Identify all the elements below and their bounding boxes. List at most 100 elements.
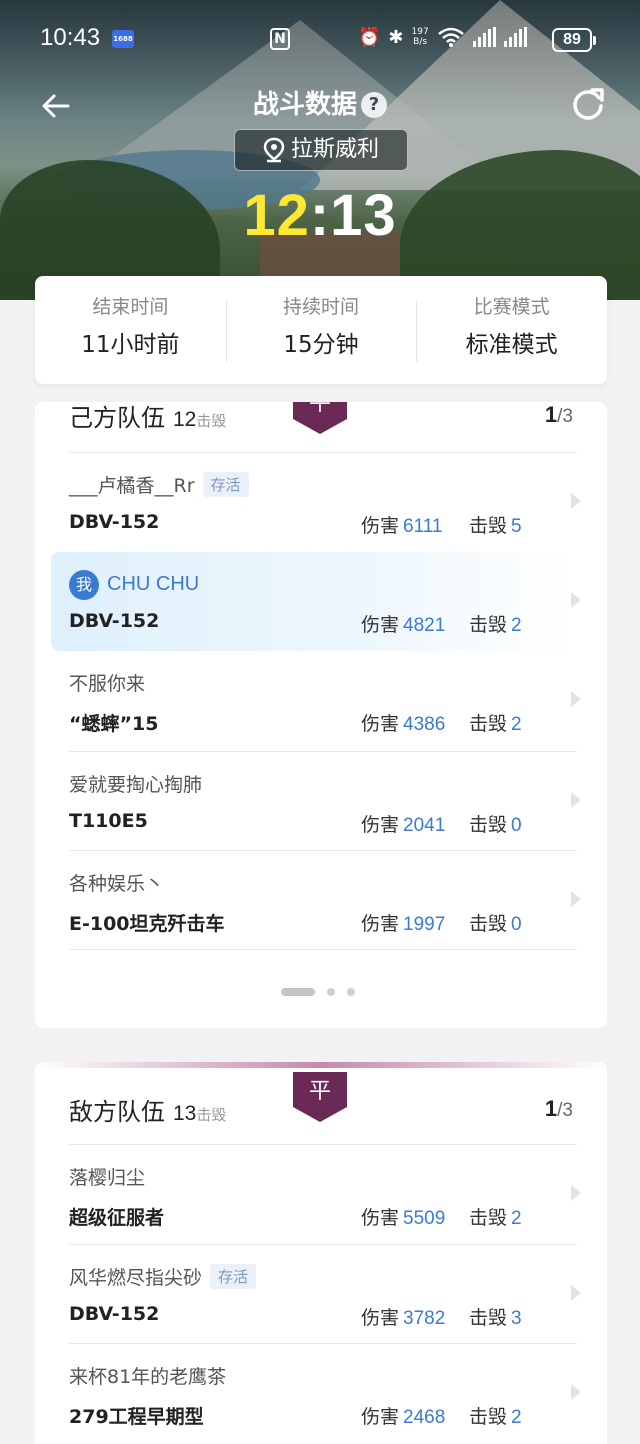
- pager-total: /3: [557, 406, 573, 427]
- page-indicator[interactable]: [281, 988, 355, 996]
- damage-stat: 伤害 2041: [361, 813, 446, 836]
- kills-value: 2: [511, 714, 522, 735]
- chevron-right-icon: [571, 691, 581, 707]
- player-row[interactable]: ___卢橘香__Rr 存活 DBV-152 伤害 6111 击毁 5: [69, 452, 581, 552]
- player-row[interactable]: 落樱归尘 超级征服者 伤害 5509 击毁 2: [69, 1144, 581, 1244]
- end-time-value: 11小时前: [81, 332, 180, 358]
- damage-stat: 伤害 3782: [361, 1306, 446, 1329]
- kills-stat: 击毁 2: [469, 713, 522, 735]
- chevron-right-icon: [571, 1185, 581, 1201]
- mode-label: 比赛模式: [473, 296, 550, 318]
- team-kills: 13: [173, 1102, 197, 1125]
- page-dot[interactable]: [347, 988, 355, 996]
- damage-value: 2041: [403, 814, 446, 836]
- player-row[interactable]: 来杯81年的老鹰茶 279工程早期型 伤害 2468 击毁 2: [69, 1343, 581, 1443]
- player-row[interactable]: 风华燃尽指尖砂 存活 DBV-152 伤害 3782 击毁 3: [69, 1243, 581, 1344]
- result-badge: 平: [293, 402, 347, 434]
- chevron-right-icon: [571, 1284, 581, 1301]
- damage-stat: 伤害 4386: [361, 713, 446, 735]
- damage-value: 3782: [403, 1307, 446, 1329]
- player-name: 不服你来: [69, 673, 146, 695]
- chevron-right-icon: [571, 591, 581, 608]
- status-icons: ⏰ ✱ 197 B/s: [358, 26, 527, 48]
- player-row[interactable]: 各种娱乐丶 E-100坦克歼击车 伤害 1997 击毁 0: [69, 850, 581, 950]
- kills-stat: 击毁 2: [469, 613, 522, 636]
- team-pager: 1/3: [545, 402, 573, 428]
- kills-value: 0: [511, 914, 522, 935]
- tank-name: 279工程早期型: [69, 1406, 204, 1428]
- refresh-button[interactable]: [568, 84, 608, 124]
- kills-stat: 击毁 2: [469, 1406, 522, 1428]
- chevron-right-icon: [571, 1384, 581, 1400]
- nfc-icon: N: [270, 28, 290, 50]
- player-name: 风华燃尽指尖砂: [69, 1266, 203, 1289]
- tank-name: 超级征服者: [69, 1207, 165, 1229]
- player-name: ___卢橘香__Rr: [69, 475, 195, 497]
- page-dot-active[interactable]: [281, 988, 315, 996]
- score-mine: 12: [243, 183, 310, 248]
- score-separator: :: [309, 183, 331, 248]
- page-title: 战斗数据?: [0, 84, 640, 121]
- team-pager: 1/3: [545, 1096, 573, 1122]
- kills-stat: 击毁 2: [469, 1207, 522, 1229]
- me-icon: 我: [69, 569, 99, 600]
- signal-icon-2: [503, 27, 527, 47]
- damage-value: 6111: [403, 516, 443, 537]
- player-list: 落樱归尘 超级征服者 伤害 5509 击毁 2 风华燃尽指尖砂 存活 DBV-152 …: [69, 1144, 581, 1443]
- kills-value: 2: [511, 614, 522, 636]
- kills-value: 0: [511, 814, 522, 836]
- alive-badge: 存活: [210, 1263, 257, 1289]
- player-name: CHU CHU: [107, 573, 200, 595]
- damage-stat: 伤害 2468: [361, 1406, 446, 1428]
- tank-name: T110E5: [69, 809, 148, 832]
- own-team-card[interactable]: 平 己方队伍 12击毁 1/3 ___卢橘香__Rr 存活 DBV-152 伤害 61…: [35, 402, 607, 1028]
- tank-name: E-100坦克歼击车: [69, 913, 225, 935]
- player-row-self[interactable]: 我 CHU CHU DBV-152 伤害 4821 击毁 2: [51, 551, 581, 651]
- kills-value: 2: [511, 1407, 522, 1428]
- help-icon[interactable]: ?: [361, 92, 387, 118]
- mode-cell: 比赛模式 标准模式: [416, 276, 607, 384]
- team-kills-label: 击毁: [196, 1106, 227, 1124]
- end-time-label: 结束时间: [92, 296, 169, 318]
- kills-value: 5: [511, 516, 522, 537]
- damage-value: 4821: [403, 614, 446, 636]
- duration-label: 持续时间: [283, 296, 360, 318]
- team-title: 己方队伍: [69, 404, 165, 432]
- page-dot[interactable]: [327, 988, 335, 996]
- player-row[interactable]: 爱就要掏心掏肺 T110E5 伤害 2041 击毁 0: [69, 750, 581, 851]
- chevron-right-icon: [571, 891, 581, 907]
- kills-stat: 击毁 0: [469, 813, 522, 836]
- signal-icon: [472, 27, 496, 47]
- wifi-icon: [437, 27, 464, 47]
- team-header: 敌方队伍 13击毁: [69, 1092, 226, 1132]
- match-info-card: 结束时间 11小时前 持续时间 15分钟 比赛模式 标准模式: [35, 276, 607, 384]
- chevron-right-icon: [571, 791, 581, 808]
- chevron-right-icon: [571, 493, 581, 509]
- team-header: 己方队伍 12击毁: [69, 402, 226, 438]
- refresh-icon: [573, 88, 604, 120]
- score-enemy: 13: [330, 183, 397, 248]
- status-time: 10:43: [40, 24, 101, 51]
- player-row[interactable]: 不服你来 “蟋蟀”15 伤害 4386 击毁 2: [69, 651, 581, 751]
- map-name-box: 拉斯威利: [234, 129, 408, 171]
- mode-value: 标准模式: [465, 332, 558, 358]
- result-badge: 平: [293, 1072, 347, 1122]
- damage-value: 1997: [403, 914, 446, 935]
- player-name: 各种娱乐丶: [69, 873, 165, 895]
- damage-stat: 伤害 4821: [361, 613, 446, 636]
- tank-name: DBV-152: [69, 609, 160, 632]
- pager-total: /3: [557, 1100, 573, 1121]
- damage-value: 2468: [403, 1407, 446, 1428]
- enemy-team-card[interactable]: 平 敌方队伍 13击毁 1/3 落樱归尘 超级征服者 伤害 5509 击毁 2 风华燃…: [35, 1062, 607, 1444]
- card-top-glow: [35, 1062, 607, 1068]
- tank-name: “蟋蟀”15: [69, 713, 159, 735]
- map-name: 拉斯威利: [290, 137, 379, 162]
- kills-value: 3: [511, 1307, 522, 1329]
- kills-stat: 击毁 0: [469, 913, 522, 935]
- kills-stat: 击毁 5: [469, 515, 522, 537]
- tank-name: DBV-152: [69, 511, 160, 533]
- team-kills-label: 击毁: [196, 412, 227, 430]
- end-time-cell: 结束时间 11小时前: [35, 276, 226, 384]
- location-pin-icon: [263, 137, 285, 163]
- damage-stat: 伤害 5509: [361, 1207, 446, 1229]
